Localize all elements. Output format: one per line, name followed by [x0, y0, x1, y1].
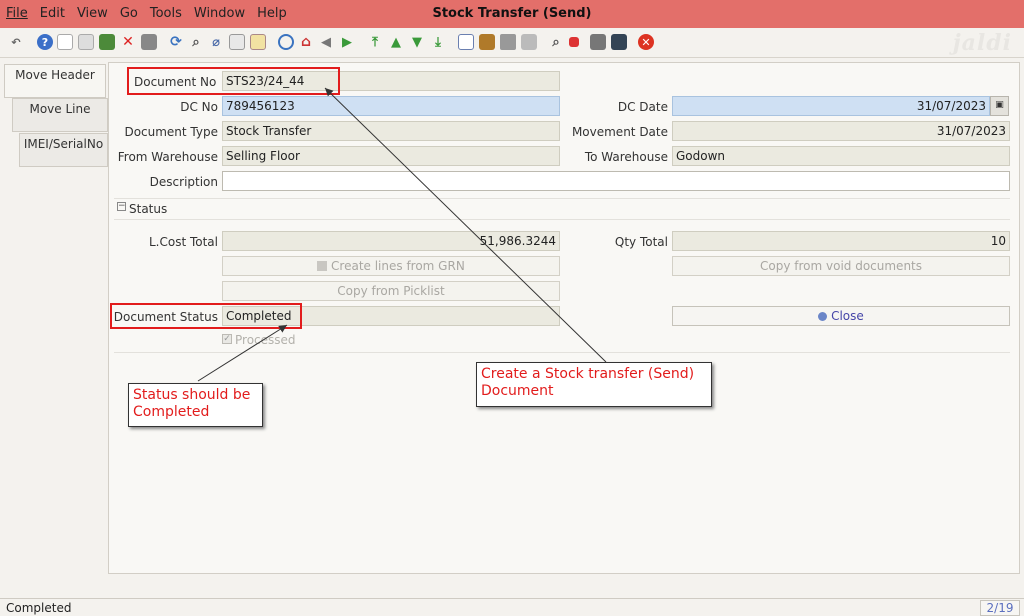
- status-arrow: [197, 324, 288, 382]
- document-no-arrow: [324, 87, 607, 363]
- status-bar: Completed 2/19: [0, 598, 1024, 616]
- status-bar-text: Completed: [6, 601, 72, 615]
- status-callout: Status should be Completed: [128, 383, 263, 427]
- record-page-indicator[interactable]: 2/19: [980, 600, 1020, 616]
- create-document-callout: Create a Stock transfer (Send) Document: [476, 362, 712, 407]
- annotation-arrows: [197, 87, 607, 382]
